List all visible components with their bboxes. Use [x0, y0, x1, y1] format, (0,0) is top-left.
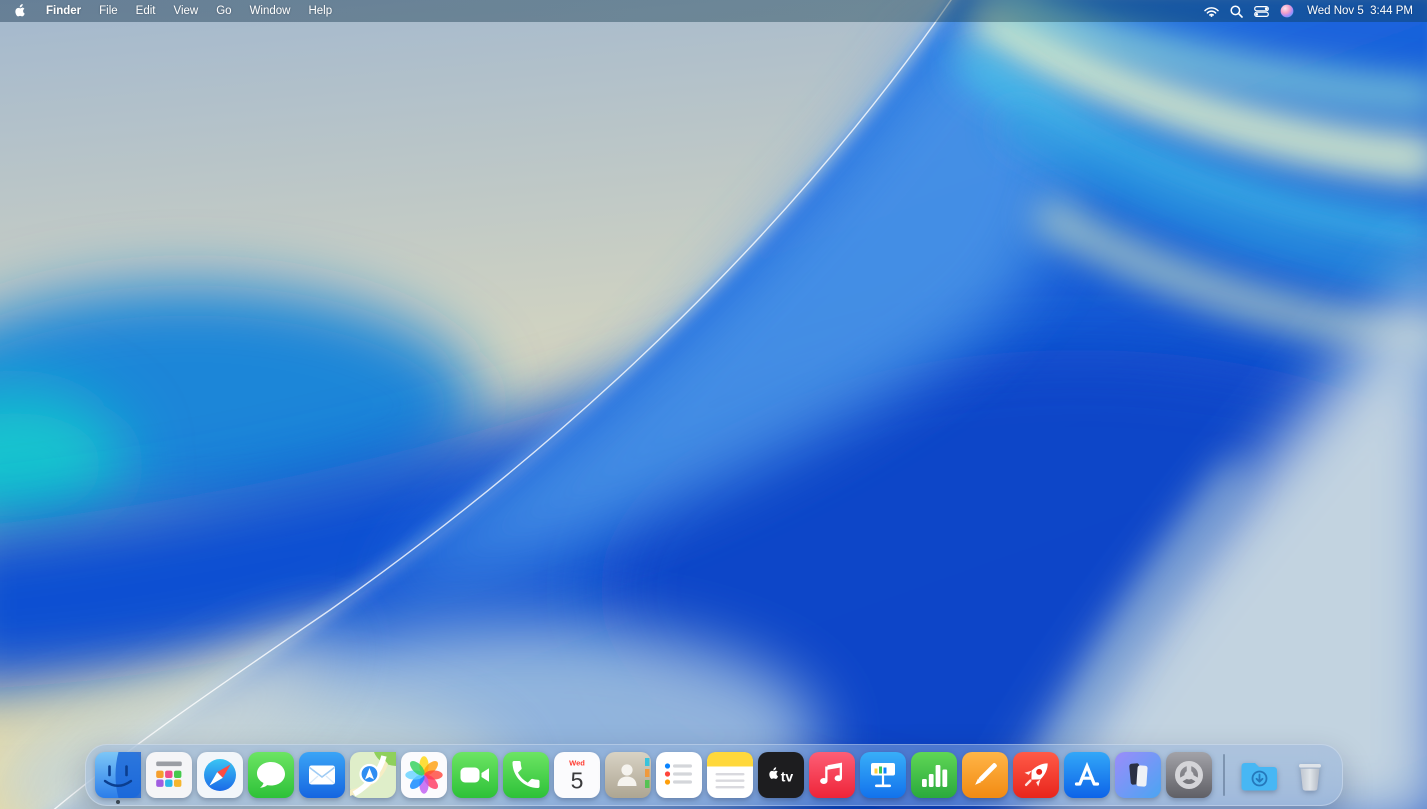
- settings-icon: [1166, 752, 1212, 798]
- dock-item-contacts[interactable]: [605, 752, 651, 798]
- svg-text:Wed: Wed: [569, 759, 585, 768]
- control-center-icon: [1254, 6, 1269, 17]
- status-siri-button[interactable]: [1274, 0, 1299, 22]
- dock-item-calendar[interactable]: Wed5: [554, 752, 600, 798]
- safari-icon: [197, 752, 243, 798]
- messages-icon: [248, 752, 294, 798]
- dock-item-facetime[interactable]: [452, 752, 498, 798]
- dock-item-maps[interactable]: [350, 752, 396, 798]
- menu-item-finder[interactable]: Finder: [37, 0, 90, 22]
- running-indicator: [116, 800, 120, 804]
- dock-item-rocket[interactable]: [1013, 752, 1059, 798]
- notes-icon: [707, 752, 753, 798]
- menu-item-window[interactable]: Window: [241, 0, 300, 22]
- dock-item-settings[interactable]: [1166, 752, 1212, 798]
- dock-item-downloads[interactable]: [1236, 752, 1282, 798]
- phone-icon: [503, 752, 549, 798]
- dock-item-pages[interactable]: [962, 752, 1008, 798]
- music-icon: [809, 752, 855, 798]
- svg-text:tv: tv: [780, 769, 793, 785]
- dock-item-mail[interactable]: [299, 752, 345, 798]
- dock-item-safari[interactable]: [197, 752, 243, 798]
- dock-item-music[interactable]: [809, 752, 855, 798]
- svg-text:5: 5: [570, 768, 583, 794]
- wifi-icon: [1204, 6, 1219, 17]
- dock-item-trash[interactable]: [1287, 752, 1333, 798]
- status-search-button[interactable]: [1224, 0, 1249, 22]
- reminders-icon: [656, 752, 702, 798]
- desktop: FinderFileEditViewGoWindowHelp Wed Nov 5…: [0, 0, 1427, 809]
- rocket-icon: [1013, 752, 1059, 798]
- apple-menu[interactable]: [10, 0, 37, 22]
- dock-item-finder[interactable]: [95, 752, 141, 798]
- dock-item-tv[interactable]: tv: [758, 752, 804, 798]
- appstore-icon: [1064, 752, 1110, 798]
- status-wifi-button[interactable]: [1199, 0, 1224, 22]
- menu-bar-clock[interactable]: Wed Nov 5 3:44 PM: [1299, 0, 1417, 22]
- dock-item-numbers[interactable]: [911, 752, 957, 798]
- finder-icon: [95, 752, 141, 798]
- dock-item-iphone-mirroring[interactable]: [1115, 752, 1161, 798]
- dock-item-launchpad[interactable]: [146, 752, 192, 798]
- dock-item-messages[interactable]: [248, 752, 294, 798]
- downloads-icon: [1236, 752, 1282, 798]
- menu-item-edit[interactable]: Edit: [127, 0, 165, 22]
- iphone-mirroring-icon: [1115, 752, 1161, 798]
- pages-icon: [962, 752, 1008, 798]
- desktop-wallpaper: [0, 0, 1427, 809]
- facetime-icon: [452, 752, 498, 798]
- menu-item-view[interactable]: View: [165, 0, 208, 22]
- apple-logo-icon: [14, 2, 26, 20]
- dock-item-appstore[interactable]: [1064, 752, 1110, 798]
- launchpad-icon: [146, 752, 192, 798]
- numbers-icon: [911, 752, 957, 798]
- menu-item-help[interactable]: Help: [299, 0, 341, 22]
- contacts-icon: [605, 752, 651, 798]
- tv-icon: tv: [758, 752, 804, 798]
- dock-item-reminders[interactable]: [656, 752, 702, 798]
- photos-icon: [401, 752, 447, 798]
- dock-item-photos[interactable]: [401, 752, 447, 798]
- trash-icon: [1287, 752, 1333, 798]
- calendar-icon: Wed5: [554, 752, 600, 798]
- menu-bar: FinderFileEditViewGoWindowHelp Wed Nov 5…: [0, 0, 1427, 22]
- search-icon: [1230, 5, 1243, 18]
- dock-divider: [1223, 754, 1225, 796]
- status-control-center-button[interactable]: [1249, 0, 1274, 22]
- dock: Wed5 tv: [85, 744, 1343, 806]
- maps-icon: [350, 752, 396, 798]
- mail-icon: [299, 752, 345, 798]
- keynote-icon: [860, 752, 906, 798]
- dock-item-phone[interactable]: [503, 752, 549, 798]
- menu-item-file[interactable]: File: [90, 0, 127, 22]
- menu-item-go[interactable]: Go: [207, 0, 240, 22]
- siri-icon: [1280, 4, 1294, 18]
- dock-item-keynote[interactable]: [860, 752, 906, 798]
- dock-item-notes[interactable]: [707, 752, 753, 798]
